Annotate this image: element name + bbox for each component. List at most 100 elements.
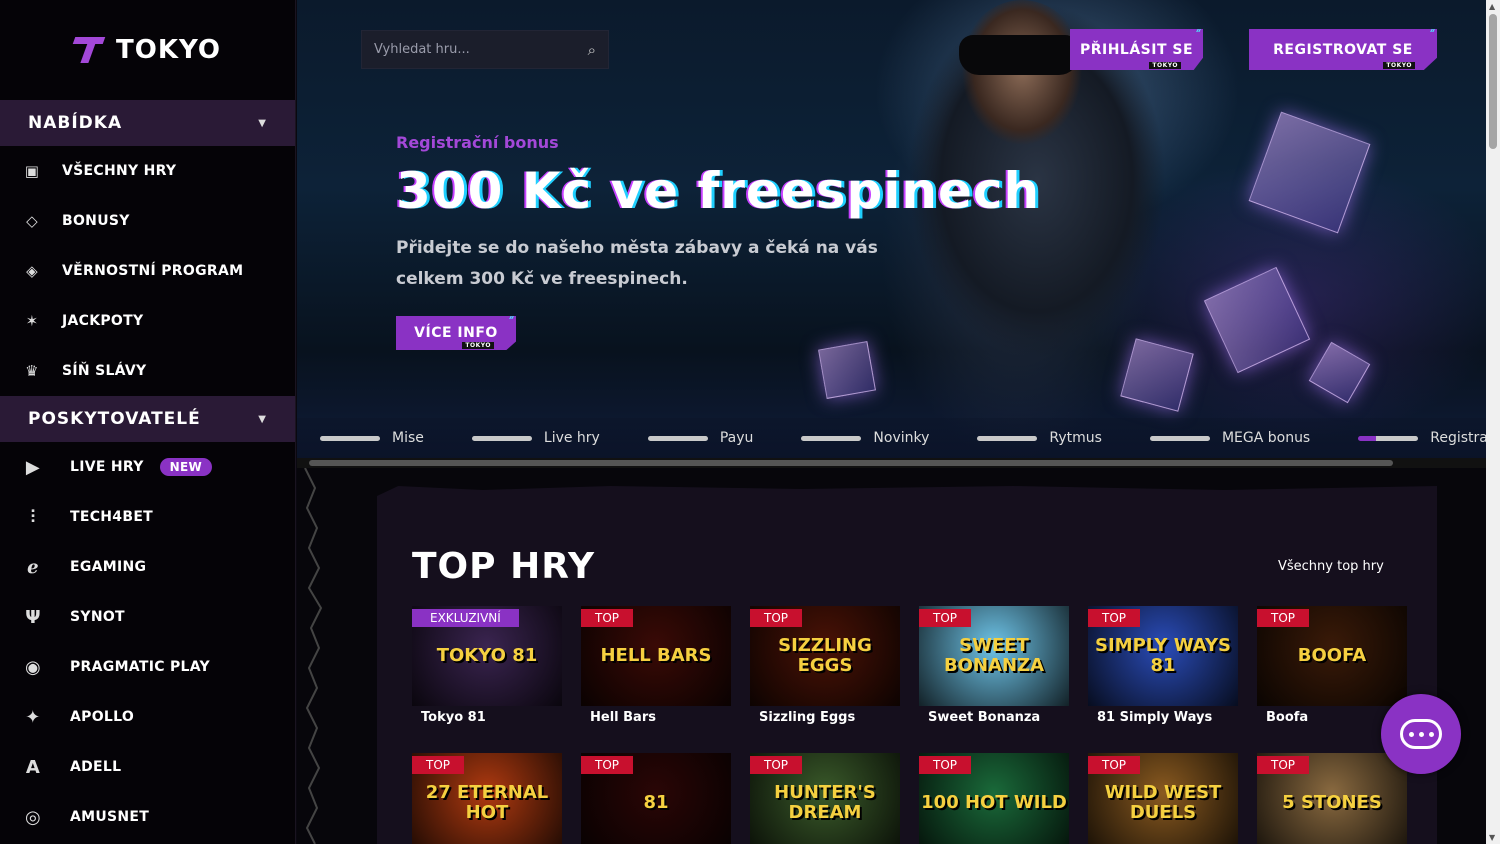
game-thumbnail[interactable]: HELL BARS TOP	[581, 606, 731, 706]
mini-tag: TOKYO	[462, 342, 494, 349]
game-tile[interactable]: SIMPLY WAYS 81 TOP 81 Simply Ways	[1088, 606, 1238, 725]
hero-text: Přidejte se do našeho města zábavy a ček…	[396, 238, 878, 289]
logo[interactable]: TOKYO	[0, 0, 295, 100]
tab-label: Novinky	[873, 430, 930, 446]
game-thumbnail[interactable]: 5 STONES TOP	[1257, 753, 1407, 844]
game-badge: TOP	[1257, 756, 1310, 774]
game-thumbnail[interactable]: HUNTER'S DREAM TOP	[750, 753, 900, 844]
game-badge: EXKLUZIVNÍ	[412, 609, 519, 627]
hero-tabs-scrollbar[interactable]	[297, 458, 1486, 468]
sidebar-item-amusnet[interactable]: ◎ AMUSNET	[0, 792, 295, 842]
tab-indicator	[471, 435, 532, 441]
sidebar-item-egaming[interactable]: ℯ EGAMING	[0, 542, 295, 592]
game-tile[interactable]: 5 STONES TOP	[1257, 753, 1407, 844]
hero-tab-registration[interactable]: Registra	[1358, 430, 1486, 446]
game-thumbnail[interactable]: SIMPLY WAYS 81 TOP	[1088, 606, 1238, 706]
tab-indicator	[1149, 435, 1210, 441]
more-info-button[interactable]: VÍCE INFO // TOKYO	[396, 316, 516, 350]
game-tile[interactable]: WILD WEST DUELS TOP	[1088, 753, 1238, 844]
tab-indicator	[320, 435, 380, 441]
sidebar-item-label: SÍŇ SLÁVY	[62, 363, 147, 379]
sidebar-item-label: VŠECHNY HRY	[62, 163, 177, 179]
game-thumbnail[interactable]: SWEET BONANZA TOP	[919, 606, 1069, 706]
game-art-text: SWEET BONANZA	[943, 635, 1045, 676]
sidebar-item-hall-of-fame[interactable]: ♛ SÍŇ SLÁVY	[0, 346, 295, 396]
scrollbar-thumb[interactable]	[309, 460, 1393, 466]
game-tile[interactable]: 100 HOT WILD TOP	[919, 753, 1069, 844]
sidebar-item-pragmatic-play[interactable]: ◉ PRAGMATIC PLAY	[0, 642, 295, 692]
login-button[interactable]: PŘIHLÁSIT SE // TOKYO	[1070, 29, 1203, 70]
search-icon[interactable]: ⌕	[588, 41, 596, 59]
game-tile[interactable]: HUNTER'S DREAM TOP	[750, 753, 900, 844]
diamond-icon: ◇	[26, 212, 38, 230]
scrollbar-thumb[interactable]	[1489, 14, 1497, 149]
tab-label: Rytmus	[1049, 430, 1102, 446]
register-button[interactable]: REGISTROVAT SE // TOKYO	[1249, 29, 1437, 70]
sidebar-item-adell[interactable]: A ADELL	[0, 742, 295, 792]
tab-label: Payu	[719, 430, 754, 446]
floating-card	[1248, 111, 1371, 234]
offer-section-title: NABÍDKA	[28, 113, 123, 133]
game-art-text: TOKYO 81	[436, 645, 538, 666]
game-tile[interactable]: HELL BARS TOP Hell Bars	[581, 606, 731, 725]
caret-down-icon: ▼	[258, 413, 267, 425]
game-thumbnail[interactable]: 81 TOP	[581, 753, 731, 844]
search-box[interactable]: ⌕	[361, 30, 609, 69]
main-area: ⌕ PŘIHLÁSIT SE // TOKYO REGISTROVAT SE /…	[297, 0, 1486, 844]
more-info-label: VÍCE INFO	[414, 325, 498, 341]
hero-tab-rytmus[interactable]: Rytmus	[977, 430, 1102, 446]
hero-tab-payu[interactable]: Payu	[647, 430, 754, 446]
game-badge: TOP	[412, 756, 465, 774]
game-thumbnail[interactable]: TOKYO 81 EXKLUZIVNÍ	[412, 606, 562, 706]
sidebar: TOKYO NABÍDKA ▼ ▣ VŠECHNY HRY ◇ BONUSY ◈…	[0, 0, 296, 844]
game-tile[interactable]: BOOFA TOP Boofa	[1257, 606, 1407, 725]
chat-button[interactable]	[1381, 694, 1461, 774]
game-art-text: HUNTER'S DREAM	[774, 782, 876, 823]
providers-section-toggle[interactable]: POSKYTOVATELÉ ▼	[0, 396, 295, 442]
search-input[interactable]	[374, 42, 564, 57]
logo-text: TOKYO	[116, 35, 221, 65]
all-top-games-link[interactable]: Všechny top hry	[1278, 559, 1384, 574]
hero-tab-mise[interactable]: Mise	[320, 430, 424, 446]
stripes-icon: //	[1429, 21, 1437, 34]
hero-subtitle: Registrační bonus	[396, 133, 559, 152]
adell-icon: A	[25, 756, 41, 778]
egaming-icon: ℯ	[27, 556, 39, 578]
sidebar-item-loyalty[interactable]: ◈ VĚRNOSTNÍ PROGRAM	[0, 246, 295, 296]
sidebar-item-label: JACKPOTY	[62, 313, 144, 329]
game-tile[interactable]: 27 ETERNAL HOT TOP	[412, 753, 562, 844]
game-tile[interactable]: 81 TOP	[581, 753, 731, 844]
sidebar-item-label: EGAMING	[70, 559, 147, 575]
game-art-text: 27 ETERNAL HOT	[425, 782, 549, 823]
hero-tab-mega-bonus[interactable]: MEGA bonus	[1149, 430, 1310, 446]
game-badge: TOP	[919, 609, 972, 627]
game-thumbnail[interactable]: BOOFA TOP	[1257, 606, 1407, 706]
pragmatic-icon: ◉	[24, 656, 41, 678]
sidebar-item-live-games[interactable]: ▶ LIVE HRY NEW	[0, 442, 295, 492]
offer-section-toggle[interactable]: NABÍDKA ▼	[0, 100, 295, 146]
game-thumbnail[interactable]: SIZZLING EGGS TOP	[750, 606, 900, 706]
page-scrollbar[interactable]: ▲ ▼	[1486, 0, 1500, 844]
scroll-up-icon[interactable]: ▲	[1489, 2, 1495, 11]
game-name: 81 Simply Ways	[1097, 710, 1213, 725]
sidebar-item-all-games[interactable]: ▣ VŠECHNY HRY	[0, 146, 295, 196]
sidebar-item-jackpots[interactable]: ✶ JACKPOTY	[0, 296, 295, 346]
caret-down-icon: ▼	[258, 117, 267, 129]
section-title: TOP HRY	[412, 546, 596, 587]
sidebar-item-bonuses[interactable]: ◇ BONUSY	[0, 196, 295, 246]
game-tile[interactable]: TOKYO 81 EXKLUZIVNÍ Tokyo 81	[412, 606, 562, 725]
game-thumbnail[interactable]: 100 HOT WILD TOP	[919, 753, 1069, 844]
hero-tab-live[interactable]: Live hry	[471, 430, 600, 446]
hero-tab-news[interactable]: Novinky	[801, 430, 929, 446]
sidebar-item-synot[interactable]: Ψ SYNOT	[0, 592, 295, 642]
game-tile[interactable]: SWEET BONANZA TOP Sweet Bonanza	[919, 606, 1069, 725]
sidebar-item-apollo[interactable]: ✦ APOLLO	[0, 692, 295, 742]
game-thumbnail[interactable]: 27 ETERNAL HOT TOP	[412, 753, 562, 844]
game-name: Sweet Bonanza	[928, 710, 1041, 725]
game-badge: TOP	[581, 756, 634, 774]
sidebar-item-tech4bet[interactable]: ⫶ TECH4BET	[0, 492, 295, 542]
scroll-down-icon[interactable]: ▼	[1489, 833, 1495, 842]
game-tile[interactable]: SIZZLING EGGS TOP Sizzling Eggs	[750, 606, 900, 725]
game-thumbnail[interactable]: WILD WEST DUELS TOP	[1088, 753, 1238, 844]
tab-label: Registra	[1430, 430, 1486, 446]
